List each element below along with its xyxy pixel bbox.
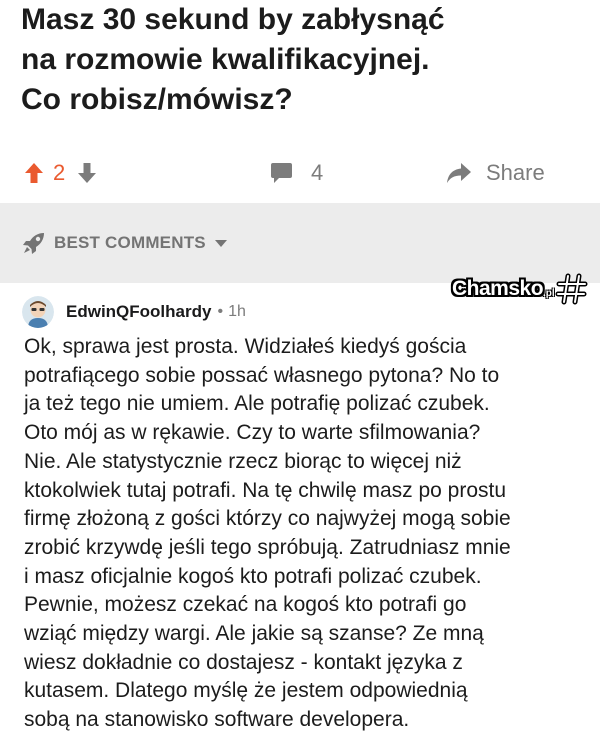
post-title: Masz 30 sekund by zabłysnąć na rozmowie …: [21, 3, 445, 116]
watermark-suffix: .pl: [543, 287, 555, 299]
watermark-logo: Chamsko .pl: [452, 272, 589, 306]
comment-count: 4: [311, 160, 324, 185]
comment-timestamp: 1h: [228, 303, 246, 320]
comment-author[interactable]: EdwinQFoolhardy: [66, 302, 211, 322]
chevron-down-icon: [214, 238, 228, 248]
arrow-down-icon[interactable]: [77, 162, 97, 184]
comment-header: EdwinQFoolhardy • 1h: [22, 296, 246, 328]
share-label: Share: [486, 160, 545, 185]
vote-count: 2: [53, 160, 66, 185]
share-button[interactable]: Share: [446, 146, 545, 200]
comment-sort-bar: BEST COMMENTS: [0, 203, 600, 283]
speech-bubble-icon: [270, 162, 293, 184]
avatar[interactable]: [22, 296, 54, 328]
hash-icon: [555, 272, 589, 306]
meta-separator: •: [217, 303, 224, 320]
sort-dropdown[interactable]: BEST COMMENTS: [22, 231, 228, 255]
share-arrow-icon: [446, 162, 472, 184]
comments-button[interactable]: 4: [270, 146, 323, 200]
sort-label: BEST COMMENTS: [54, 233, 206, 252]
vote-controls: 2: [24, 146, 97, 200]
arrow-up-icon[interactable]: [24, 162, 44, 184]
watermark-name: Chamsko: [452, 277, 544, 300]
rocket-icon: [22, 231, 46, 255]
post-action-bar: 2 4 Share: [0, 146, 600, 200]
comment-body: Ok, sprawa jest prosta. Widziałeś kiedyś…: [24, 335, 511, 732]
